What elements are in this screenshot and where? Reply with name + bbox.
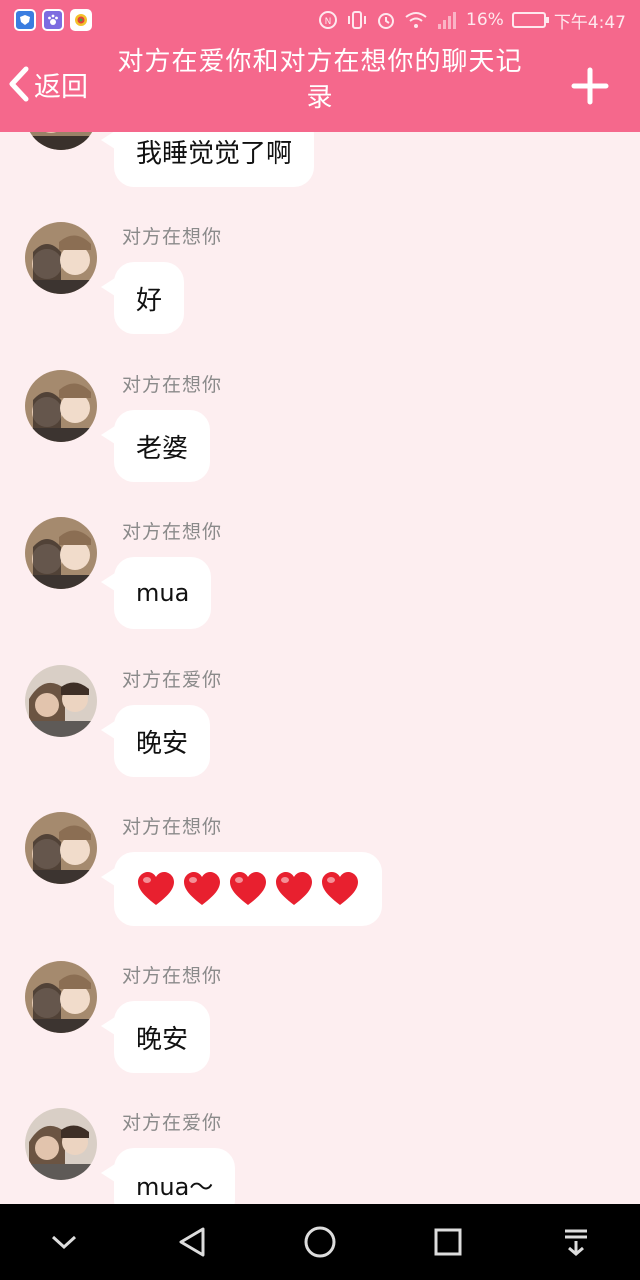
- status-bar: N 16% 下午4:47: [0, 0, 640, 40]
- message-bubble[interactable]: 晚安: [100, 1001, 211, 1073]
- back-button[interactable]: 返回: [8, 64, 88, 104]
- message-bubble[interactable]: 晚安: [100, 705, 211, 777]
- circle-home-icon: [304, 1226, 336, 1258]
- shield-app-icon: [14, 9, 36, 31]
- heart-icon: [322, 872, 358, 905]
- message-bubble[interactable]: 老婆: [100, 410, 211, 482]
- app-header: N 16% 下午4:47 返回 对方在爱你和对方在想你的聊天记录: [0, 0, 640, 132]
- square-recents-icon: [434, 1228, 462, 1256]
- chevron-down-icon: [51, 1235, 77, 1250]
- message-bubble[interactable]: [101, 852, 382, 926]
- message-bubble[interactable]: mua: [100, 557, 212, 629]
- sender-name: 对方在爱你: [122, 1112, 223, 1134]
- pull-down-icon: [565, 1229, 587, 1256]
- notification-pull-button[interactable]: [554, 1220, 598, 1264]
- avatar[interactable]: [25, 132, 97, 150]
- paw-app-icon: [42, 9, 64, 31]
- message-text: 好: [136, 285, 163, 316]
- page-title: 对方在爱你和对方在想你的聊天记录: [117, 47, 523, 113]
- avatar[interactable]: [25, 517, 97, 589]
- message-text: 我睡觉觉了啊: [136, 138, 293, 169]
- message-text: 晚安: [136, 1024, 189, 1055]
- alarm-icon: [378, 13, 395, 29]
- system-status: N 16% 下午4:47: [318, 8, 626, 33]
- signal-icon: [438, 12, 457, 29]
- sender-name: 对方在想你: [122, 816, 223, 838]
- collapse-button[interactable]: [42, 1220, 86, 1264]
- triangle-back-icon: [179, 1227, 205, 1257]
- add-button[interactable]: [570, 66, 610, 106]
- message-text: 晚安: [136, 728, 189, 759]
- nav-back-button[interactable]: [170, 1220, 214, 1264]
- notification-icons: [14, 9, 92, 31]
- heart-emoji-row: [136, 871, 360, 907]
- sender-name: 对方在爱你: [122, 669, 223, 691]
- message-bubble[interactable]: 我睡觉觉了啊: [100, 132, 315, 187]
- sender-name: 对方在想你: [122, 521, 223, 543]
- battery-percent: 16%: [466, 10, 504, 30]
- chevron-left-icon: [9, 66, 29, 102]
- system-nav-bar: [0, 1204, 640, 1280]
- sender-name: 对方在想你: [122, 374, 223, 396]
- avatar[interactable]: [25, 665, 97, 737]
- message-text: mua: [136, 579, 190, 607]
- message-bubble[interactable]: 好: [100, 262, 185, 334]
- nfc-icon: N: [319, 11, 338, 29]
- message-bubble[interactable]: mua～: [100, 1148, 236, 1204]
- heart-icon: [138, 872, 174, 905]
- vibrate-icon: [348, 11, 367, 29]
- wifi-icon: [405, 12, 427, 28]
- heart-icon: [184, 872, 220, 905]
- heart-icon: [230, 872, 266, 905]
- heart-icon: [276, 872, 312, 905]
- avatar[interactable]: [25, 812, 97, 884]
- sender-name: 对方在想你: [122, 226, 223, 248]
- avatar[interactable]: [25, 222, 97, 294]
- svg-text:N: N: [325, 17, 332, 27]
- recents-button[interactable]: [426, 1220, 470, 1264]
- browser-app-icon: [70, 9, 92, 31]
- back-label: 返回: [34, 71, 88, 103]
- home-button[interactable]: [298, 1220, 342, 1264]
- message-text: 老婆: [136, 433, 189, 464]
- battery-icon: [511, 12, 549, 28]
- chat-message-list[interactable]: 我睡觉觉了啊 对方在想你 好 对方在想你 老婆 对方在想你 mua 对方在爱你 …: [0, 132, 640, 1204]
- message-text: mua～: [136, 1172, 214, 1201]
- sender-name: 对方在想你: [122, 965, 223, 987]
- plus-icon: [571, 67, 609, 105]
- avatar[interactable]: [25, 370, 97, 442]
- avatar[interactable]: [25, 961, 97, 1033]
- clock: 下午4:47: [553, 12, 626, 33]
- avatar[interactable]: [25, 1108, 97, 1180]
